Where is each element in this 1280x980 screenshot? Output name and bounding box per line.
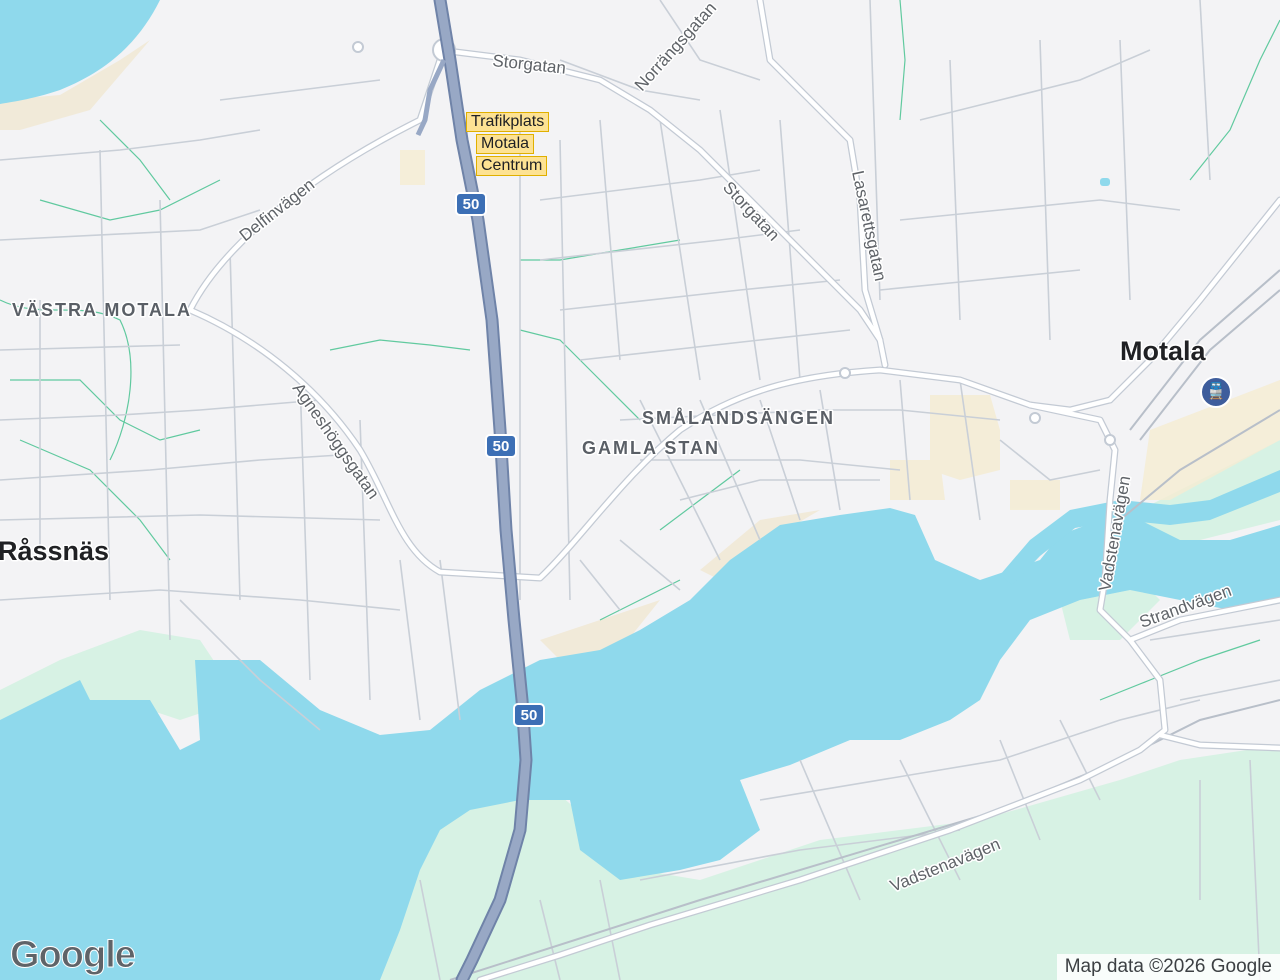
map-canvas[interactable]: 50 50 50 Storgatan Storgatan Norrängsgat… bbox=[0, 0, 1280, 980]
place-label-motala[interactable]: Motala bbox=[1119, 335, 1208, 368]
route-shield-label: 50 bbox=[493, 438, 510, 455]
map-attribution[interactable]: Map data ©2026 Google bbox=[1056, 954, 1280, 980]
route-shield[interactable]: 50 bbox=[485, 434, 517, 458]
district-label-gamla-stan[interactable]: GAMLA STAN bbox=[581, 437, 720, 460]
train-station-icon[interactable]: 🚆 bbox=[1200, 376, 1232, 408]
district-label-vastra-motala[interactable]: VÄSTRA MOTALA bbox=[11, 299, 192, 322]
map-layer: 50 50 50 Storgatan Storgatan Norrängsgat… bbox=[0, 0, 1280, 980]
pond bbox=[1100, 178, 1110, 186]
route-shield-label: 50 bbox=[463, 196, 480, 213]
junction-label-line[interactable]: Motala bbox=[476, 134, 535, 154]
route-shield[interactable]: 50 bbox=[513, 703, 545, 727]
route-shield[interactable]: 50 bbox=[455, 192, 487, 216]
google-logo: Google bbox=[10, 934, 137, 977]
junction-label-line[interactable]: Centrum bbox=[476, 156, 548, 176]
junction-label-line[interactable]: Trafikplats bbox=[466, 112, 550, 132]
place-label-rassnas[interactable]: Råssnäs bbox=[0, 535, 111, 568]
route-shield-label: 50 bbox=[521, 707, 538, 724]
district-label-smalandsangen[interactable]: SMÅLANDSÄNGEN bbox=[641, 407, 835, 430]
